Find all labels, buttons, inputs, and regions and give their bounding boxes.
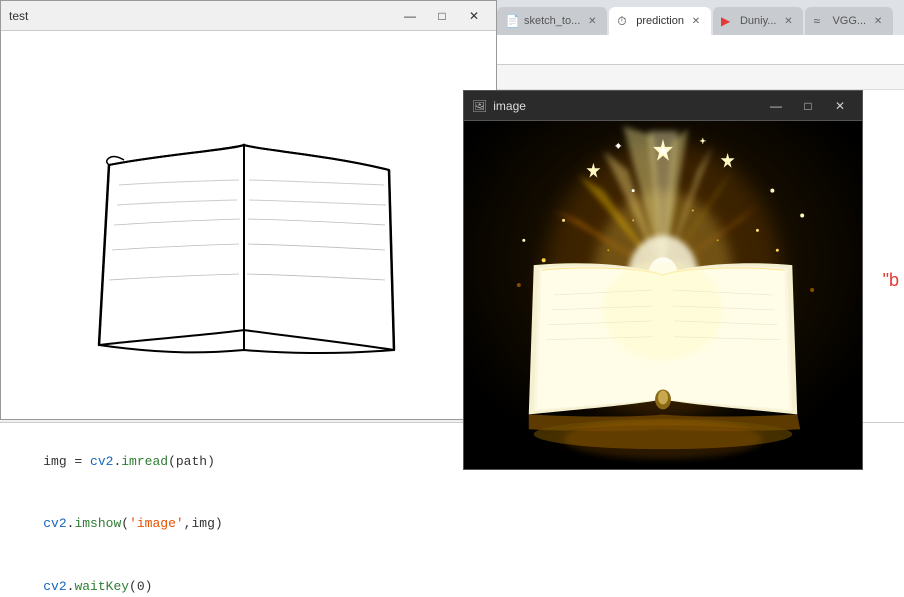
code-imshow: imshow	[74, 516, 121, 531]
tab-duniy-icon: ▶	[721, 14, 735, 28]
code-line-3: cv2.waitKey(0)	[12, 556, 892, 597]
code-segment-img: img =	[43, 454, 90, 469]
test-window-maximize[interactable]: □	[428, 6, 456, 26]
image-content	[464, 121, 862, 469]
test-window-title: test	[9, 9, 388, 23]
tab-vgg-close[interactable]: ✕	[871, 14, 885, 28]
tab-prediction-close[interactable]: ✕	[689, 14, 703, 28]
code-cv2-2: cv2	[43, 516, 66, 531]
tab-vgg-icon: ≈	[813, 14, 827, 28]
browser-quote-text: "b	[883, 270, 899, 291]
tab-sketch-icon: 📄	[505, 14, 519, 28]
code-segment-path: (path)	[168, 454, 215, 469]
tab-sketch[interactable]: 📄 sketch_to... ✕	[497, 7, 607, 35]
code-segment-imread: imread	[121, 454, 168, 469]
browser-scrollbar-area	[497, 65, 904, 90]
image-window-icon: 🖼	[472, 99, 487, 113]
tab-duniy[interactable]: ▶ Duniy... ✕	[713, 7, 803, 35]
image-window-maximize[interactable]: □	[794, 96, 822, 116]
tab-prediction[interactable]: ⏱ prediction ✕	[609, 7, 711, 35]
code-segment-cv2-1: cv2	[90, 454, 113, 469]
image-window-title: image	[493, 99, 756, 113]
image-window-minimize[interactable]: —	[762, 96, 790, 116]
code-line-2: cv2.imshow('image',img)	[12, 493, 892, 555]
tab-vgg[interactable]: ≈ VGG... ✕	[805, 7, 893, 35]
image-window-controls: — □ ✕	[762, 96, 854, 116]
test-window-minimize[interactable]: —	[396, 6, 424, 26]
test-window-controls: — □ ✕	[396, 6, 488, 26]
browser-tab-bar: 📄 sketch_to... ✕ ⏱ prediction ✕ ▶ Duniy.…	[497, 0, 904, 35]
code-cv2-3: cv2	[43, 579, 66, 594]
image-window-titlebar: 🖼 image — □ ✕	[464, 91, 862, 121]
magic-book-svg	[464, 121, 862, 469]
tab-duniy-label: Duniy...	[740, 15, 776, 27]
code-string-image: 'image'	[129, 516, 184, 531]
test-window: test — □ ✕	[0, 0, 497, 420]
code-paren-open-2: (	[121, 516, 129, 531]
image-window-close[interactable]: ✕	[826, 96, 854, 116]
tab-prediction-icon: ⏱	[617, 14, 631, 28]
tab-sketch-close[interactable]: ✕	[585, 14, 599, 28]
tab-vgg-label: VGG...	[832, 15, 866, 27]
tab-duniy-close[interactable]: ✕	[781, 14, 795, 28]
image-window: 🖼 image — □ ✕	[463, 90, 863, 470]
book-sketch	[59, 85, 439, 365]
code-paren-3: (0)	[129, 579, 152, 594]
tab-sketch-label: sketch_to...	[524, 15, 580, 27]
test-window-titlebar: test — □ ✕	[1, 1, 496, 31]
code-waitkey: waitKey	[74, 579, 129, 594]
tab-prediction-label: prediction	[636, 15, 684, 27]
test-window-close[interactable]: ✕	[460, 6, 488, 26]
code-comma-2: ,img)	[184, 516, 223, 531]
test-window-content	[1, 31, 496, 419]
browser-address-area	[497, 35, 904, 65]
